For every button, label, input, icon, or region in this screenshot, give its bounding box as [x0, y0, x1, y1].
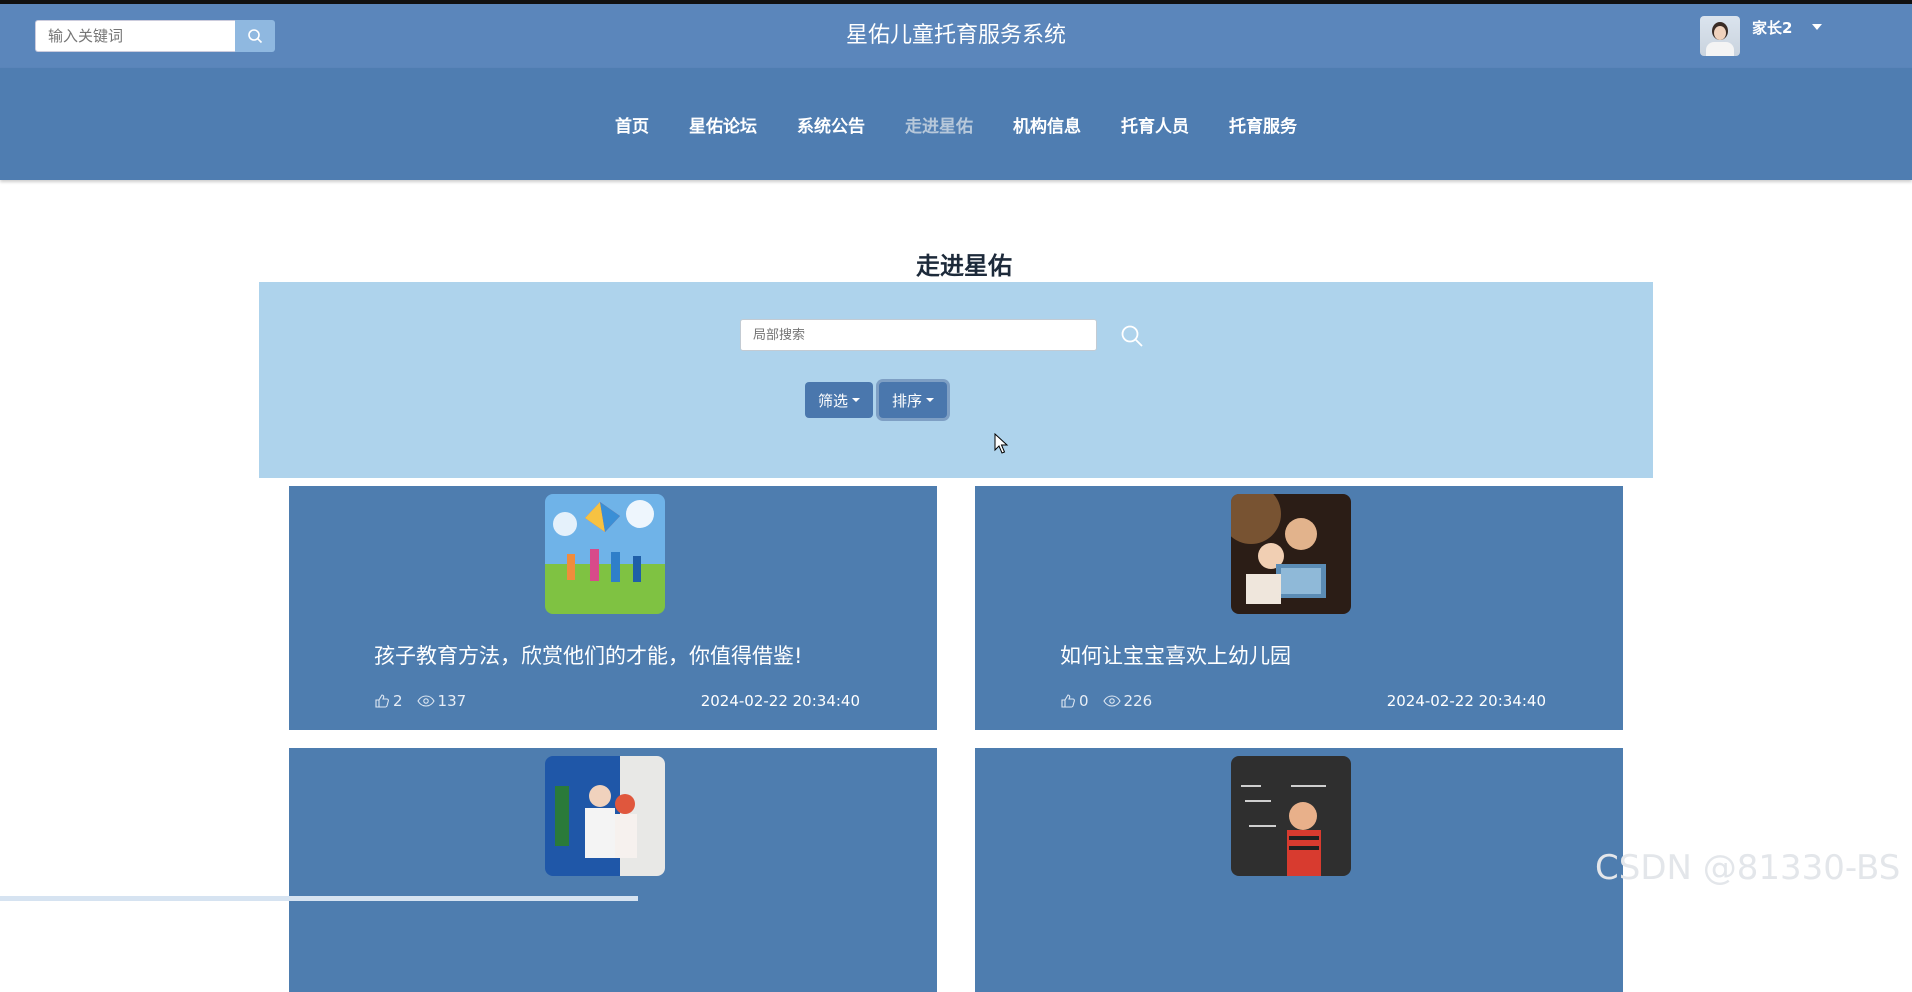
watermark: CSDN @81330-BS [1595, 848, 1901, 888]
article-thumbnail[interactable] [545, 756, 665, 876]
filter-dropdown-button[interactable]: 筛选 [805, 382, 873, 418]
article-thumbnail[interactable] [1231, 494, 1351, 614]
nav-item-staff[interactable]: 托育人员 [1121, 112, 1189, 137]
nav-item-about[interactable]: 走进星佑 [905, 112, 973, 137]
user-menu[interactable]: 家长2 [1700, 12, 1823, 60]
nav-item-services[interactable]: 托育服务 [1229, 112, 1297, 137]
nav-item-home[interactable]: 首页 [615, 112, 649, 137]
nav-item-institution[interactable]: 机构信息 [1013, 112, 1081, 137]
local-search-input[interactable] [740, 319, 1097, 351]
thumbs-up-icon [375, 694, 389, 708]
like-count-value: 2 [393, 692, 403, 710]
article-card[interactable] [975, 748, 1623, 992]
main-nav: 首页 星佑论坛 系统公告 走进星佑 机构信息 托育人员 托育服务 [0, 68, 1912, 180]
nav-item-announcements[interactable]: 系统公告 [797, 112, 865, 137]
caret-down-icon [926, 398, 934, 402]
article-card[interactable]: 孩子教育方法，欣赏他们的才能，你值得借鉴! 2 137 2024-02-22 2… [289, 486, 937, 730]
article-date: 2024-02-22 20:34:40 [1386, 692, 1546, 710]
like-count[interactable]: 2 [374, 692, 403, 710]
article-card[interactable] [289, 748, 937, 992]
site-title: 星佑儿童托育服务系统 [845, 23, 1066, 48]
like-count-value: 0 [1079, 692, 1089, 710]
search-icon [248, 29, 263, 44]
search-icon[interactable] [1119, 323, 1145, 349]
chevron-down-icon[interactable] [1812, 24, 1823, 30]
mouse-cursor-icon [994, 433, 1009, 454]
article-title[interactable]: 如何让宝宝喜欢上幼儿园 [1060, 640, 1291, 670]
global-search-input[interactable] [35, 20, 235, 52]
global-search [35, 20, 275, 52]
nav-item-forum[interactable]: 星佑论坛 [689, 112, 757, 137]
view-count-value: 137 [437, 692, 467, 710]
sort-dropdown-button[interactable]: 排序 [879, 382, 947, 418]
avatar[interactable] [1700, 16, 1740, 56]
user-name[interactable]: 家长2 [1752, 17, 1792, 38]
page-title: 走进星佑 [916, 252, 1012, 280]
caret-down-icon [852, 398, 860, 402]
article-title[interactable]: 孩子教育方法，欣赏他们的才能，你值得借鉴! [374, 640, 802, 670]
view-count: 226 [1102, 692, 1153, 710]
filter-label: 筛选 [817, 391, 848, 410]
article-card[interactable]: 如何让宝宝喜欢上幼儿园 0 226 2024-02-22 20:34:40 [975, 486, 1623, 730]
header-bar: 星佑儿童托育服务系统 家长2 [0, 4, 1912, 68]
horizontal-scrollbar[interactable] [0, 896, 638, 901]
article-thumbnail[interactable] [545, 494, 665, 614]
article-thumbnail[interactable] [1231, 756, 1351, 876]
filter-panel: 筛选 排序 [259, 282, 1653, 478]
eye-icon [416, 695, 435, 707]
global-search-button[interactable] [235, 20, 275, 52]
article-date: 2024-02-22 20:34:40 [700, 692, 860, 710]
sort-label: 排序 [891, 391, 922, 410]
eye-icon [1102, 695, 1121, 707]
view-count-value: 226 [1123, 692, 1153, 710]
view-count: 137 [416, 692, 467, 710]
article-meta: 2 137 2024-02-22 20:34:40 [374, 692, 860, 710]
like-count[interactable]: 0 [1060, 692, 1089, 710]
article-meta: 0 226 2024-02-22 20:34:40 [1060, 692, 1546, 710]
thumbs-up-icon [1061, 694, 1075, 708]
